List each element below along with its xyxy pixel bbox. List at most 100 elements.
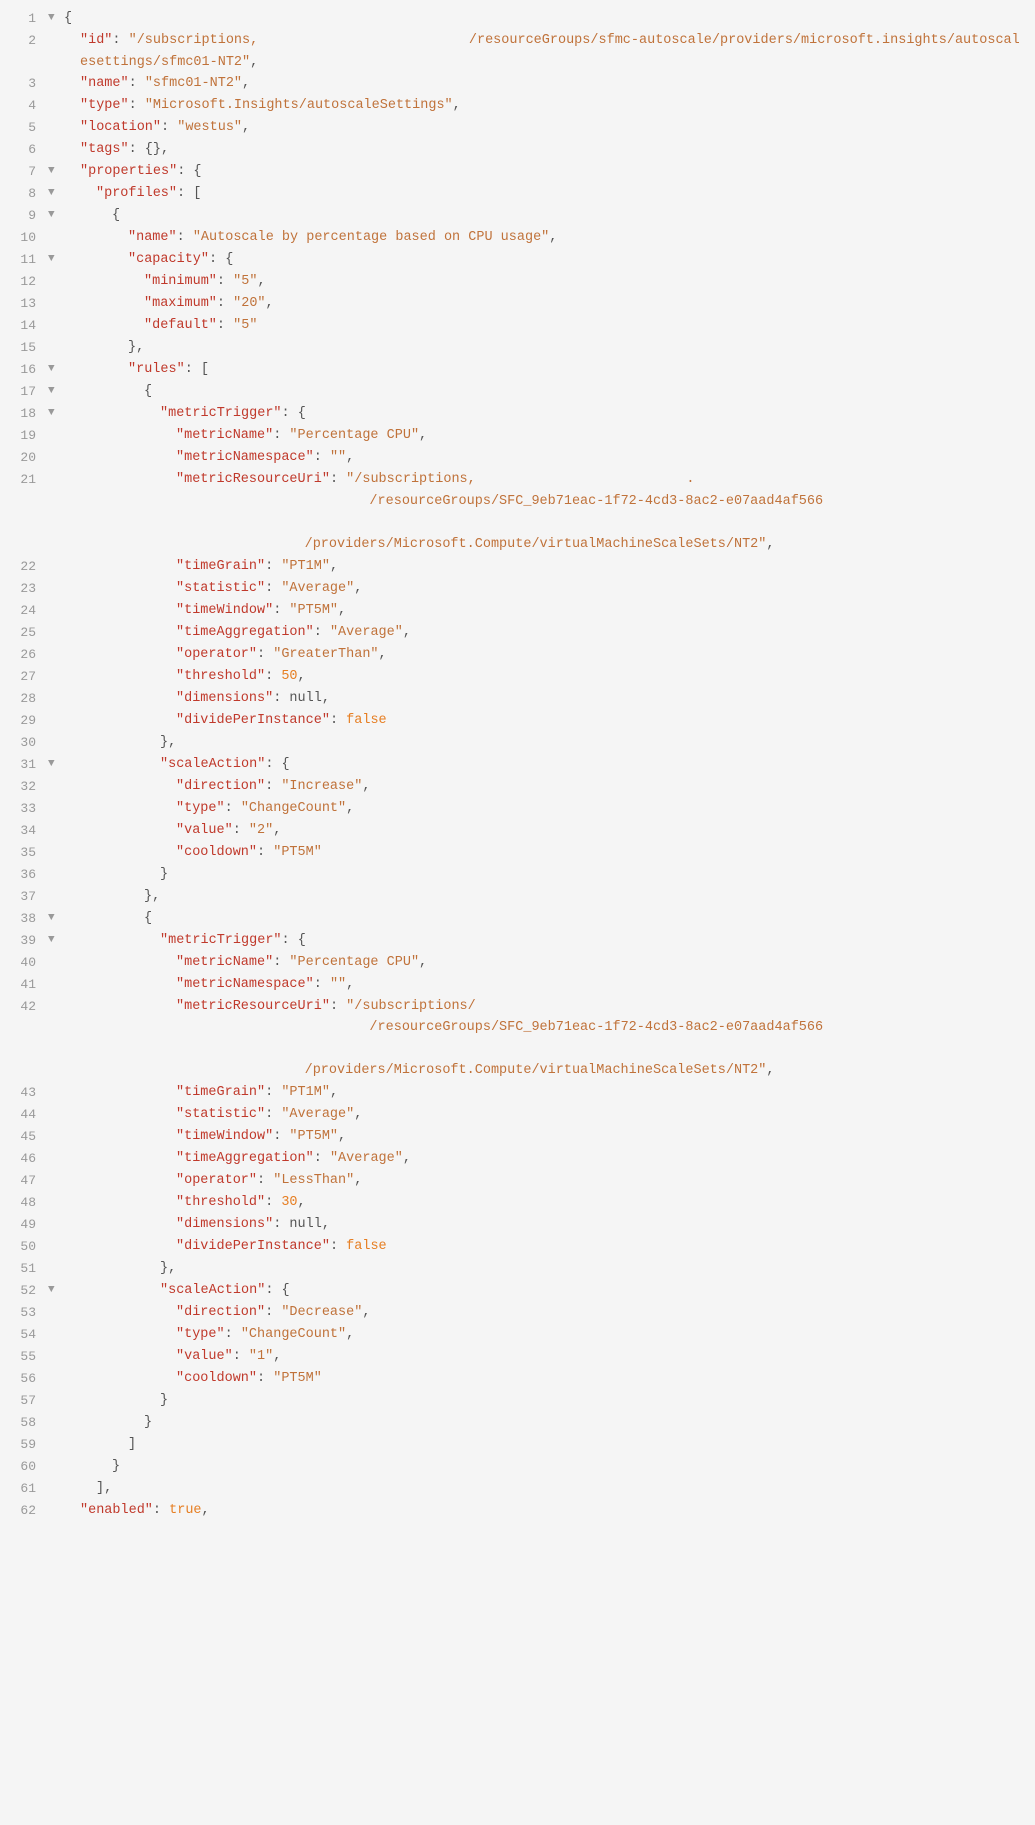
line-content-59: ] xyxy=(64,1434,1027,1456)
line-content-49: "dimensions": null, xyxy=(64,1214,1027,1236)
line-arrow-55 xyxy=(48,1346,60,1366)
line-content-52: "scaleAction": { xyxy=(64,1280,1027,1302)
line-content-27: "threshold": 50, xyxy=(64,666,1027,688)
code-line-59: 59 ] xyxy=(0,1434,1035,1456)
code-line-21: 21 "metricResourceUri": "/subscriptions,… xyxy=(0,469,1035,555)
code-line-5: 5 "location": "westus", xyxy=(0,117,1035,139)
line-num-7: 7 xyxy=(8,161,36,183)
line-content-45: "timeWindow": "PT5M", xyxy=(64,1126,1027,1148)
line-num-48: 48 xyxy=(8,1192,36,1214)
line-num-43: 43 xyxy=(8,1082,36,1104)
line-arrow-9[interactable]: ▼ xyxy=(48,205,60,225)
line-num-46: 46 xyxy=(8,1148,36,1170)
line-num-23: 23 xyxy=(8,578,36,600)
line-content-55: "value": "1", xyxy=(64,1346,1027,1368)
line-arrow-51 xyxy=(48,1258,60,1278)
line-arrow-62 xyxy=(48,1500,60,1520)
line-content-41: "metricNamespace": "", xyxy=(64,974,1027,996)
line-arrow-31[interactable]: ▼ xyxy=(48,754,60,774)
line-num-38: 38 xyxy=(8,908,36,930)
code-line-9: 9 ▼ { xyxy=(0,205,1035,227)
line-arrow-14 xyxy=(48,315,60,335)
line-content-11: "capacity": { xyxy=(64,249,1027,271)
code-line-62: 62 "enabled": true, xyxy=(0,1500,1035,1522)
line-content-37: }, xyxy=(64,886,1027,908)
line-content-62: "enabled": true, xyxy=(64,1500,1027,1522)
line-arrow-1[interactable]: ▼ xyxy=(48,8,60,28)
line-arrow-61 xyxy=(48,1478,60,1498)
line-arrow-18[interactable]: ▼ xyxy=(48,403,60,423)
code-line-22: 22 "timeGrain": "PT1M", xyxy=(0,556,1035,578)
line-arrow-35 xyxy=(48,842,60,862)
line-num-49: 49 xyxy=(8,1214,36,1236)
line-content-2: "id": "/subscriptions, /resourceGroups/s… xyxy=(64,30,1027,73)
line-arrow-27 xyxy=(48,666,60,686)
line-arrow-7[interactable]: ▼ xyxy=(48,161,60,181)
code-line-57: 57 } xyxy=(0,1390,1035,1412)
code-line-43: 43 "timeGrain": "PT1M", xyxy=(0,1082,1035,1104)
line-arrow-11[interactable]: ▼ xyxy=(48,249,60,269)
code-line-8: 8 ▼ "profiles": [ xyxy=(0,183,1035,205)
line-arrow-48 xyxy=(48,1192,60,1212)
line-num-13: 13 xyxy=(8,293,36,315)
code-line-31: 31 ▼ "scaleAction": { xyxy=(0,754,1035,776)
line-num-16: 16 xyxy=(8,359,36,381)
line-arrow-40 xyxy=(48,952,60,972)
line-arrow-39[interactable]: ▼ xyxy=(48,930,60,950)
line-num-24: 24 xyxy=(8,600,36,622)
line-arrow-10 xyxy=(48,227,60,247)
code-line-48: 48 "threshold": 30, xyxy=(0,1192,1035,1214)
line-content-6: "tags": {}, xyxy=(64,139,1027,161)
line-content-47: "operator": "LessThan", xyxy=(64,1170,1027,1192)
line-arrow-17[interactable]: ▼ xyxy=(48,381,60,401)
code-line-17: 17 ▼ { xyxy=(0,381,1035,403)
line-content-28: "dimensions": null, xyxy=(64,688,1027,710)
line-content-36: } xyxy=(64,864,1027,886)
line-content-10: "name": "Autoscale by percentage based o… xyxy=(64,227,1027,249)
code-line-25: 25 "timeAggregation": "Average", xyxy=(0,622,1035,644)
line-arrow-38[interactable]: ▼ xyxy=(48,908,60,928)
line-num-35: 35 xyxy=(8,842,36,864)
code-line-18: 18 ▼ "metricTrigger": { xyxy=(0,403,1035,425)
code-line-16: 16 ▼ "rules": [ xyxy=(0,359,1035,381)
code-line-61: 61 ], xyxy=(0,1478,1035,1500)
code-line-29: 29 "dividePerInstance": false xyxy=(0,710,1035,732)
line-arrow-59 xyxy=(48,1434,60,1454)
code-line-33: 33 "type": "ChangeCount", xyxy=(0,798,1035,820)
line-arrow-52[interactable]: ▼ xyxy=(48,1280,60,1300)
code-line-58: 58 } xyxy=(0,1412,1035,1434)
line-content-32: "direction": "Increase", xyxy=(64,776,1027,798)
line-num-36: 36 xyxy=(8,864,36,886)
line-arrow-24 xyxy=(48,600,60,620)
line-num-50: 50 xyxy=(8,1236,36,1258)
line-content-8: "profiles": [ xyxy=(64,183,1027,205)
code-line-20: 20 "metricNamespace": "", xyxy=(0,447,1035,469)
code-line-45: 45 "timeWindow": "PT5M", xyxy=(0,1126,1035,1148)
line-num-28: 28 xyxy=(8,688,36,710)
line-num-9: 9 xyxy=(8,205,36,227)
line-arrow-25 xyxy=(48,622,60,642)
line-content-23: "statistic": "Average", xyxy=(64,578,1027,600)
line-content-15: }, xyxy=(64,337,1027,359)
line-num-2: 2 xyxy=(8,30,36,52)
code-line-4: 4 "type": "Microsoft.Insights/autoscaleS… xyxy=(0,95,1035,117)
line-content-25: "timeAggregation": "Average", xyxy=(64,622,1027,644)
line-num-52: 52 xyxy=(8,1280,36,1302)
code-line-46: 46 "timeAggregation": "Average", xyxy=(0,1148,1035,1170)
code-line-35: 35 "cooldown": "PT5M" xyxy=(0,842,1035,864)
line-num-37: 37 xyxy=(8,886,36,908)
line-content-40: "metricName": "Percentage CPU", xyxy=(64,952,1027,974)
line-arrow-8[interactable]: ▼ xyxy=(48,183,60,203)
line-content-60: } xyxy=(64,1456,1027,1478)
line-content-48: "threshold": 30, xyxy=(64,1192,1027,1214)
line-arrow-16[interactable]: ▼ xyxy=(48,359,60,379)
line-content-61: ], xyxy=(64,1478,1027,1500)
code-line-55: 55 "value": "1", xyxy=(0,1346,1035,1368)
line-content-54: "type": "ChangeCount", xyxy=(64,1324,1027,1346)
line-arrow-15 xyxy=(48,337,60,357)
code-line-10: 10 "name": "Autoscale by percentage base… xyxy=(0,227,1035,249)
code-line-52: 52 ▼ "scaleAction": { xyxy=(0,1280,1035,1302)
line-content-53: "direction": "Decrease", xyxy=(64,1302,1027,1324)
code-line-14: 14 "default": "5" xyxy=(0,315,1035,337)
line-content-26: "operator": "GreaterThan", xyxy=(64,644,1027,666)
